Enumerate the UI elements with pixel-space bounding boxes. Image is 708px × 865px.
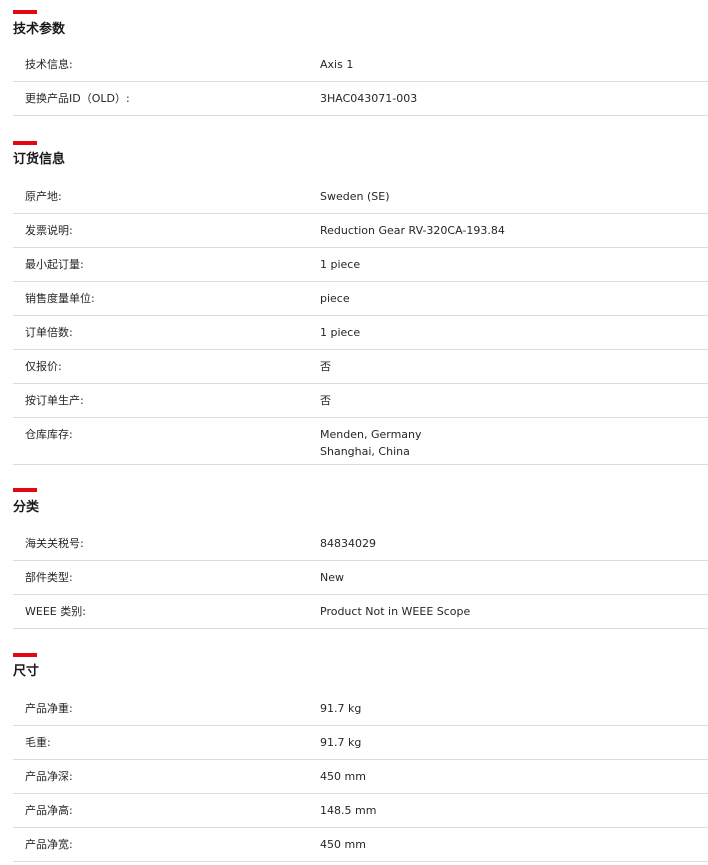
spec-row: 产品净深: 450 mm — [13, 760, 708, 794]
spec-table: 原产地: Sweden (SE) 发票说明: Reduction Gear RV… — [13, 180, 708, 465]
warehouse-location: Menden, Germany — [320, 428, 422, 441]
spec-table: 海关关税号: 84834029 部件类型: New WEEE 类别: Produ… — [13, 527, 708, 629]
section-heading: 尺寸 — [13, 664, 40, 679]
section-accent-bar — [13, 488, 37, 492]
section-heading: 订货信息 — [13, 152, 66, 167]
spec-table: 技术信息: Axis 1 更换产品ID（OLD）: 3HAC043071-003 — [13, 48, 708, 116]
spec-label: 原产地: — [25, 190, 62, 203]
spec-row: 订单倍数: 1 piece — [13, 316, 708, 350]
spec-row: 产品净重: 91.7 kg — [13, 692, 708, 726]
spec-row: 部件类型: New — [13, 561, 708, 595]
spec-row: WEEE 类别: Product Not in WEEE Scope — [13, 595, 708, 629]
spec-value: piece — [320, 292, 350, 305]
spec-value: Reduction Gear RV-320CA-193.84 — [320, 224, 505, 237]
spec-value: 91.7 kg — [320, 702, 362, 715]
spec-value: 91.7 kg — [320, 736, 362, 749]
spec-row: 发票说明: Reduction Gear RV-320CA-193.84 — [13, 214, 708, 248]
spec-row: 产品净高: 148.5 mm — [13, 794, 708, 828]
warehouse-location: Shanghai, China — [320, 445, 410, 458]
section-accent-bar — [13, 141, 37, 145]
spec-value: 450 mm — [320, 770, 366, 783]
spec-table: 产品净重: 91.7 kg 毛重: 91.7 kg 产品净深: 450 mm 产… — [13, 692, 708, 862]
spec-value-multiline: Menden, Germany Shanghai, China — [320, 426, 422, 460]
spec-row: 原产地: Sweden (SE) — [13, 180, 708, 214]
section-accent-bar — [13, 653, 37, 657]
spec-label: 产品净重: — [25, 702, 73, 715]
spec-label: 最小起订量: — [25, 258, 84, 271]
spec-row: 最小起订量: 1 piece — [13, 248, 708, 282]
spec-label: 订单倍数: — [25, 326, 73, 339]
spec-label: 发票说明: — [25, 224, 73, 237]
spec-row: 按订单生产: 否 — [13, 384, 708, 418]
spec-label: 产品净高: — [25, 804, 73, 817]
spec-value: 3HAC043071-003 — [320, 92, 418, 105]
section-heading: 分类 — [13, 500, 40, 515]
spec-label: 仅报价: — [25, 360, 62, 373]
spec-row: 仅报价: 否 — [13, 350, 708, 384]
spec-label: 技术信息: — [25, 58, 73, 71]
spec-value: 否 — [320, 394, 331, 407]
spec-value: Product Not in WEEE Scope — [320, 605, 471, 618]
spec-label: 仓库库存: — [25, 428, 73, 441]
spec-row: 毛重: 91.7 kg — [13, 726, 708, 760]
spec-row: 销售度量单位: piece — [13, 282, 708, 316]
spec-label: 产品净宽: — [25, 838, 73, 851]
spec-label: 按订单生产: — [25, 394, 84, 407]
section-accent-bar — [13, 10, 37, 14]
spec-row: 产品净宽: 450 mm — [13, 828, 708, 862]
spec-row: 技术信息: Axis 1 — [13, 48, 708, 82]
spec-value: 148.5 mm — [320, 804, 377, 817]
spec-label: 产品净深: — [25, 770, 73, 783]
spec-label: 海关关税号: — [25, 537, 84, 550]
spec-label: 部件类型: — [25, 571, 73, 584]
spec-value: New — [320, 571, 344, 584]
spec-label: 毛重: — [25, 736, 51, 749]
spec-row: 仓库库存: Menden, Germany Shanghai, China — [13, 418, 708, 465]
spec-label: 更换产品ID（OLD）: — [25, 92, 130, 105]
spec-label: WEEE 类别: — [25, 605, 86, 618]
spec-value: 450 mm — [320, 838, 366, 851]
spec-label: 销售度量单位: — [25, 292, 95, 305]
spec-value: Axis 1 — [320, 58, 354, 71]
spec-value: 1 piece — [320, 326, 361, 339]
section-heading: 技术参数 — [13, 22, 66, 37]
spec-row: 海关关税号: 84834029 — [13, 527, 708, 561]
spec-value: 否 — [320, 360, 331, 373]
spec-value: 1 piece — [320, 258, 361, 271]
spec-row: 更换产品ID（OLD）: 3HAC043071-003 — [13, 82, 708, 116]
spec-value: Sweden (SE) — [320, 190, 390, 203]
spec-value: 84834029 — [320, 537, 376, 550]
